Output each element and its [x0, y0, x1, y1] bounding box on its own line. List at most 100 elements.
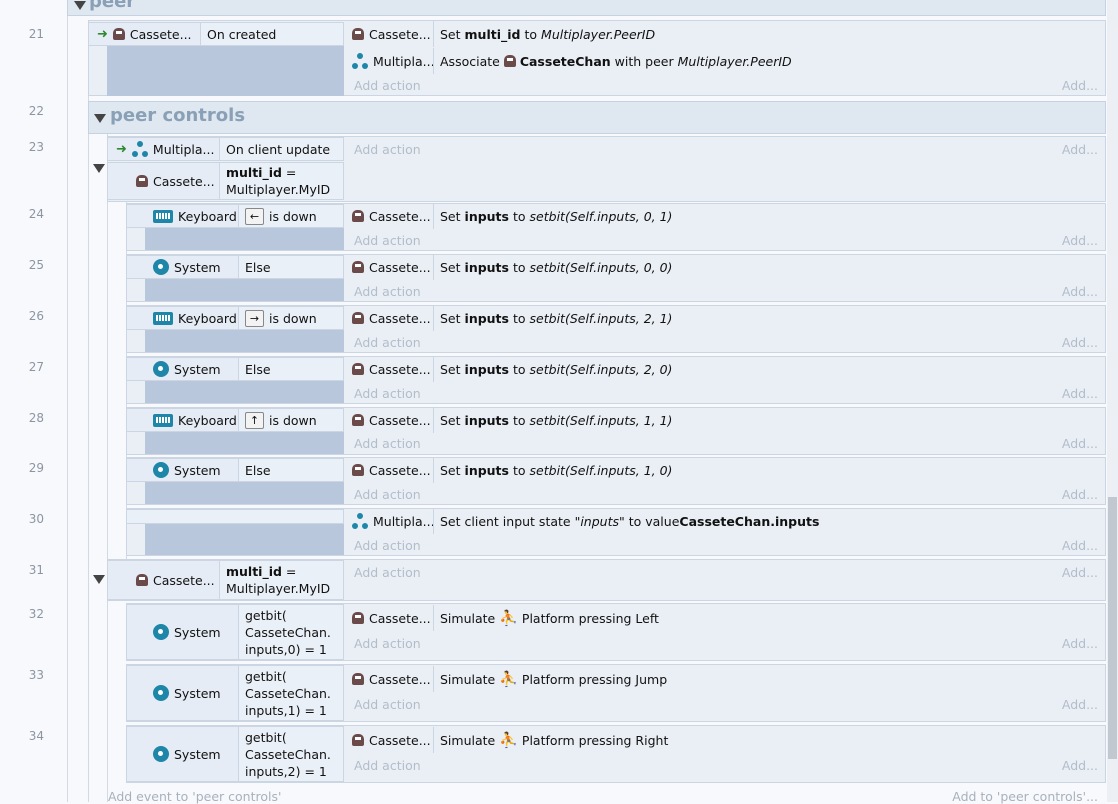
condition-object[interactable]: System [127, 459, 239, 481]
condition[interactable]: ➜ Cassete... On created [88, 22, 344, 46]
action-object[interactable]: Cassete... [346, 356, 434, 382]
condition-object[interactable]: System [127, 605, 239, 659]
condition-object[interactable]: System [127, 358, 239, 380]
action[interactable]: Cassete... Simulate ⛹ Platform pressing Lef… [346, 605, 1106, 631]
action[interactable]: Cassete... Set inputs to setbit(Self.inpu… [346, 254, 1106, 280]
condition-object[interactable]: Cassete... [108, 561, 220, 599]
condition[interactable]: System Else [126, 458, 344, 482]
action-object[interactable]: Cassete... [346, 666, 434, 692]
action-object[interactable]: Multipla... [346, 48, 434, 74]
add-action-row[interactable]: Add action Add... [346, 281, 1106, 301]
action[interactable]: Cassete... Simulate ⛹ Platform pressing Jum… [346, 666, 1106, 692]
add-action-row[interactable]: Add action Add... [346, 383, 1106, 403]
action[interactable]: Cassete... Set inputs to setbit(Self.inpu… [346, 407, 1106, 433]
group-peer[interactable]: peer [67, 0, 1106, 16]
add-link[interactable]: Add... [1062, 335, 1098, 350]
add-link[interactable]: Add... [1062, 78, 1098, 93]
add-action-row[interactable]: Add action Add... [346, 332, 1106, 352]
condition[interactable]: Cassete... multi_id = Multiplayer.MyID [107, 162, 344, 200]
line-number: 23 [28, 140, 44, 154]
action[interactable]: Cassete... Set inputs to setbit(Self.inpu… [346, 203, 1106, 229]
action[interactable]: Cassete... Set inputs to setbit(Self.inpu… [346, 305, 1106, 331]
add-action-link[interactable]: Add action [354, 697, 421, 712]
line-number: 25 [28, 258, 44, 272]
condition[interactable]: System getbit(CasseteChan. inputs,0) = 1 [126, 604, 344, 660]
add-action-link[interactable]: Add action [354, 335, 421, 350]
condition-object[interactable]: Keyboard [127, 205, 239, 227]
add-action-link[interactable]: Add action [354, 436, 421, 451]
add-link[interactable]: Add... [1062, 142, 1098, 157]
add-action-link[interactable]: Add action [354, 233, 421, 248]
add-action-link[interactable]: Add action [354, 142, 421, 157]
add-action-row[interactable]: Add action Add... [346, 139, 1106, 159]
group-peer-controls[interactable]: peer controls [88, 101, 1106, 134]
add-action-row[interactable]: Add action Add... [346, 433, 1106, 453]
add-action-link[interactable]: Add action [354, 284, 421, 299]
add-action-row[interactable]: Add action Add... [346, 633, 1106, 653]
collapse-arrow-icon[interactable] [94, 114, 106, 123]
condition[interactable]: Keyboard ← is down [126, 204, 344, 228]
add-action-row[interactable]: Add action Add... [346, 75, 1106, 95]
action[interactable]: Multipla... Set client input state " input… [346, 508, 1106, 534]
add-action-row[interactable]: Add action Add... [346, 755, 1106, 775]
condition[interactable]: Keyboard ↑ is down [126, 408, 344, 432]
add-link[interactable]: Add... [1062, 386, 1098, 401]
action[interactable]: Cassete... Set inputs to setbit(Self.inpu… [346, 457, 1106, 483]
add-link[interactable]: Add... [1062, 233, 1098, 248]
action-object[interactable]: Cassete... [346, 727, 434, 753]
action-object[interactable]: Multipla... [346, 508, 434, 534]
condition[interactable]: System getbit(CasseteChan. inputs,2) = 1 [126, 726, 344, 782]
condition-object[interactable]: ➜ Cassete... [89, 23, 201, 45]
add-action-row[interactable]: Add action Add... [346, 535, 1106, 555]
action-object[interactable]: Cassete... [346, 21, 434, 47]
add-action-link[interactable]: Add action [354, 538, 421, 553]
add-action-link[interactable]: Add action [354, 487, 421, 502]
condition[interactable]: System getbit(CasseteChan. inputs,1) = 1 [126, 665, 344, 721]
add-link[interactable]: Add... [1062, 538, 1098, 553]
action-object[interactable]: Cassete... [346, 407, 434, 433]
action-object[interactable]: Cassete... [346, 254, 434, 280]
condition[interactable]: ➜ Multipla... On client update [107, 137, 344, 161]
condition-object[interactable]: System [127, 727, 239, 781]
action[interactable]: Multipla... Associate CasseteChan with p… [346, 48, 1106, 74]
add-link[interactable]: Add... [1062, 487, 1098, 502]
action-object[interactable]: Cassete... [346, 305, 434, 331]
action[interactable]: Cassete... Set multi_id to Multiplayer.P… [346, 21, 1106, 47]
action-object[interactable]: Cassete... [346, 605, 434, 631]
add-link[interactable]: Add... [1062, 565, 1098, 580]
condition[interactable]: System Else [126, 357, 344, 381]
add-link[interactable]: Add... [1062, 436, 1098, 451]
collapse-arrow-icon[interactable] [93, 575, 105, 584]
action[interactable]: Cassete... Set inputs to setbit(Self.inpu… [346, 356, 1106, 382]
add-action-link[interactable]: Add action [354, 636, 421, 651]
add-action-link[interactable]: Add action [354, 78, 421, 93]
add-link[interactable]: Add... [1062, 758, 1098, 773]
condition-object[interactable]: System [127, 256, 239, 278]
add-action-link[interactable]: Add action [354, 565, 421, 580]
add-action-row[interactable]: Add action Add... [346, 230, 1106, 250]
action[interactable]: Cassete... Simulate ⛹ Platform pressing Rig… [346, 727, 1106, 753]
condition-object[interactable]: Cassete... [108, 163, 220, 199]
collapse-arrow-icon[interactable] [74, 1, 86, 10]
condition-object[interactable]: System [127, 666, 239, 720]
add-link[interactable]: Add... [1062, 284, 1098, 299]
add-action-link[interactable]: Add action [354, 758, 421, 773]
add-link[interactable]: Add... [1062, 697, 1098, 712]
add-action-row[interactable]: Add action Add... [346, 484, 1106, 504]
add-action-row[interactable]: Add action Add... [346, 694, 1106, 714]
condition[interactable]: Cassete... multi_id = Multiplayer.MyID [107, 560, 344, 600]
condition[interactable]: System Else [126, 255, 344, 279]
collapse-arrow-icon[interactable] [93, 164, 105, 173]
action-object[interactable]: Cassete... [346, 457, 434, 483]
vertical-scrollbar[interactable] [1107, 0, 1118, 802]
condition-object[interactable]: Keyboard [127, 307, 239, 329]
add-action-link[interactable]: Add action [354, 386, 421, 401]
scrollbar-thumb[interactable] [1108, 497, 1117, 759]
action-object[interactable]: Cassete... [346, 203, 434, 229]
condition-empty[interactable] [126, 509, 344, 524]
condition[interactable]: Keyboard → is down [126, 306, 344, 330]
add-link[interactable]: Add... [1062, 636, 1098, 651]
condition-object[interactable]: Keyboard [127, 409, 239, 431]
add-action-row[interactable]: Add action Add... [346, 562, 1106, 582]
condition-object[interactable]: ➜ Multipla... [108, 138, 220, 160]
